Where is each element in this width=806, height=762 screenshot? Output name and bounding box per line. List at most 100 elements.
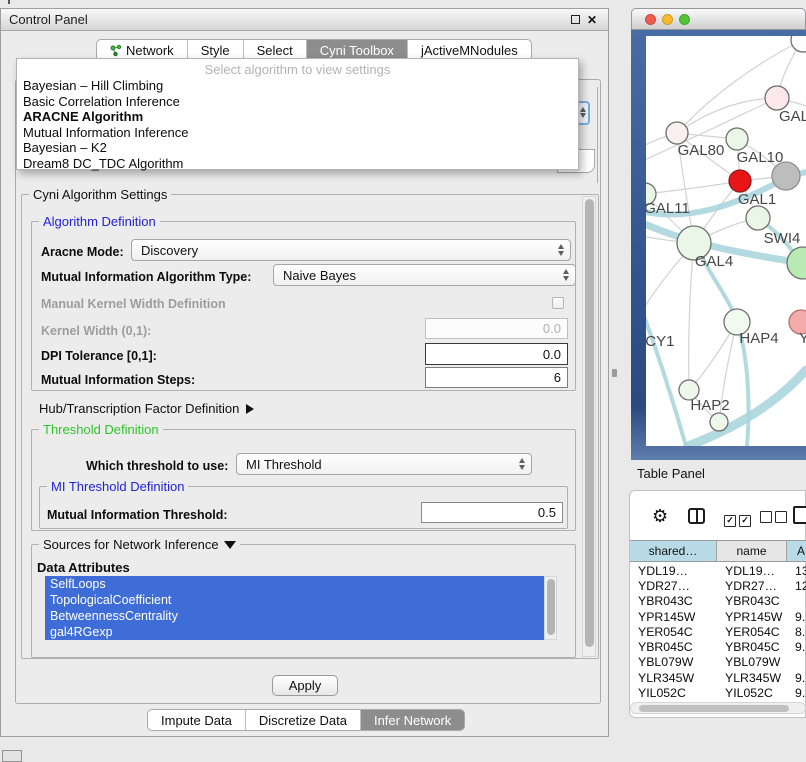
dpi-tolerance-field[interactable]: 0.0: [425, 343, 568, 365]
table-row[interactable]: YLR345WYLR345W9.: [630, 670, 806, 685]
table-cell: 9.: [787, 671, 806, 685]
tab-impute-data[interactable]: Impute Data: [148, 710, 246, 730]
algorithm-option-bayesian-k2[interactable]: Bayesian – K2: [17, 140, 578, 156]
settings-scrollbar-track[interactable]: [582, 196, 596, 657]
table-cell: YBR043C: [717, 594, 787, 608]
attribute-item-selfloops[interactable]: SelfLoops: [45, 576, 544, 592]
expand-arrow-icon[interactable]: [246, 404, 254, 414]
algorithm-list: Bayesian – Hill ClimbingBasic Correlatio…: [17, 78, 578, 172]
which-threshold-combo[interactable]: MI Threshold: [236, 453, 532, 475]
columns-icon[interactable]: [688, 508, 705, 524]
window-title: Control Panel: [1, 9, 608, 31]
table-cell: YER054C: [630, 625, 717, 639]
algorithm-option-bayesian-hill-climbing[interactable]: Bayesian – Hill Climbing: [17, 78, 578, 94]
network-graph[interactable]: GALGAL80GAL10GAL1GAL11SWI4GAL4GCY1HAP4YH…: [646, 36, 806, 446]
network-view-titlebar[interactable]: [631, 8, 806, 30]
unchecked-box-icon: [775, 511, 787, 523]
table-cell: YLR345W: [630, 671, 717, 685]
table-row[interactable]: YER054CYER054C8.: [630, 624, 806, 639]
attribute-item-gal4rgexp[interactable]: gal4RGexp: [45, 624, 544, 640]
network-edge[interactable]: [646, 181, 740, 194]
network-node[interactable]: [787, 247, 806, 279]
kernel-width-field[interactable]: 0.0: [425, 318, 568, 339]
sources-group-title: Sources for Network Inference: [43, 537, 219, 552]
aracne-mode-label: Aracne Mode:: [41, 245, 124, 259]
list-scrollbar-thumb[interactable]: [547, 579, 555, 635]
network-node[interactable]: [666, 122, 688, 144]
network-node[interactable]: [746, 206, 770, 230]
tab-infer-network[interactable]: Infer Network: [361, 710, 464, 730]
network-edge[interactable]: [689, 243, 694, 390]
network-node[interactable]: [791, 36, 806, 52]
network-node[interactable]: [765, 86, 789, 110]
apply-button[interactable]: Apply: [272, 675, 338, 696]
table-hscrollbar-track[interactable]: [630, 702, 806, 714]
deselect-all-checks-icon[interactable]: [760, 510, 790, 528]
table-row[interactable]: YDL19…YDL19…13: [630, 563, 806, 578]
aracne-mode-combo[interactable]: Discovery: [131, 239, 571, 261]
zoom-traffic-light[interactable]: [679, 14, 690, 25]
algorithm-option-aracne-algorithm[interactable]: ARACNE Algorithm: [17, 109, 578, 125]
tab-style[interactable]: Style: [188, 40, 244, 60]
algorithm-option-dream8-dc-tdc-algorithm[interactable]: Dream8 DC_TDC Algorithm: [17, 156, 578, 172]
select-all-checks-icon[interactable]: ✓✓: [724, 510, 754, 528]
table-row[interactable]: YBR043CYBR043C: [630, 594, 806, 609]
attribute-item-betweennesscentrality[interactable]: BetweennessCentrality: [45, 608, 544, 624]
mi-steps-field[interactable]: 6: [425, 367, 568, 388]
new-table-icon[interactable]: [793, 506, 806, 524]
column-header-partial[interactable]: A: [787, 541, 806, 561]
control-panel-titlebar[interactable]: Control Panel ✕: [1, 9, 608, 31]
algorithm-option-basic-correlation-inference[interactable]: Basic Correlation Inference: [17, 94, 578, 110]
attribute-item-topologicalcoefficient[interactable]: TopologicalCoefficient: [45, 592, 544, 608]
manual-kernel-label: Manual Kernel Width Definition: [41, 297, 226, 311]
mi-type-combo[interactable]: Naive Bayes: [273, 264, 576, 286]
data-attributes-list[interactable]: SelfLoopsTopologicalCoefficientBetweenne…: [45, 576, 544, 640]
tab-cyni-toolbox[interactable]: Cyni Toolbox: [307, 40, 408, 60]
close-traffic-light[interactable]: [645, 14, 656, 25]
network-node[interactable]: [772, 162, 800, 190]
float-window-icon[interactable]: [571, 15, 580, 24]
network-canvas[interactable]: GALGAL80GAL10GAL1GAL11SWI4GAL4GCY1HAP4YH…: [646, 36, 806, 446]
network-node[interactable]: [710, 413, 728, 431]
table-row[interactable]: YBL079WYBL079W: [630, 655, 806, 670]
algorithm-definition-title: Algorithm Definition: [39, 214, 160, 229]
mi-threshold-field[interactable]: 0.5: [421, 502, 563, 523]
hub-definition-expander[interactable]: Hub/Transcription Factor Definition: [39, 401, 254, 416]
node-label: GAL10: [737, 149, 784, 166]
node-label: HAP4: [739, 330, 778, 347]
network-node[interactable]: [726, 128, 748, 150]
settings-group-title: Cyni Algorithm Settings: [29, 187, 171, 202]
data-attributes-label: Data Attributes: [37, 560, 130, 575]
node-label: GCY1: [646, 333, 674, 350]
unchecked-box-icon: [760, 511, 772, 523]
spinner-arrows-icon: [558, 244, 564, 256]
panel-divider-handle[interactable]: [612, 369, 617, 377]
table-header-row: shared… name A: [630, 540, 806, 562]
mi-steps-label: Mutual Information Steps:: [41, 373, 195, 387]
tab-discretize-data[interactable]: Discretize Data: [246, 710, 361, 730]
table-hscrollbar-thumb[interactable]: [639, 705, 789, 712]
column-header-shared-name[interactable]: shared…: [630, 541, 717, 561]
close-icon[interactable]: ✕: [587, 14, 597, 26]
network-node[interactable]: [729, 170, 751, 192]
table-row[interactable]: YBR045CYBR045C9.: [630, 639, 806, 654]
manual-kernel-checkbox[interactable]: [552, 297, 564, 309]
collapse-arrow-icon[interactable]: [224, 541, 236, 549]
table-cell: YBR045C: [717, 640, 787, 654]
dock-panel-icon[interactable]: [2, 750, 22, 762]
network-edge[interactable]: [677, 98, 777, 133]
gear-icon[interactable]: ⚙: [652, 507, 668, 525]
settings-scrollbar-thumb[interactable]: [585, 199, 594, 647]
tab-select[interactable]: Select: [244, 40, 307, 60]
minimize-traffic-light[interactable]: [662, 14, 673, 25]
table-row[interactable]: YPR145WYPR145W9.: [630, 609, 806, 624]
tab-network[interactable]: Network: [97, 40, 188, 60]
table-row[interactable]: YIL052CYIL052C9.: [630, 685, 806, 700]
network-edge-highlighted[interactable]: [646, 284, 686, 446]
list-scrollbar-track[interactable]: [544, 576, 557, 640]
table-cell: 13: [787, 564, 806, 578]
table-row[interactable]: YDR27…YDR27…12: [630, 578, 806, 593]
tab-jactivemnodules[interactable]: jActiveMNodules: [408, 40, 531, 60]
column-header-name[interactable]: name: [717, 541, 787, 561]
algorithm-option-mutual-information-inference[interactable]: Mutual Information Inference: [17, 125, 578, 141]
